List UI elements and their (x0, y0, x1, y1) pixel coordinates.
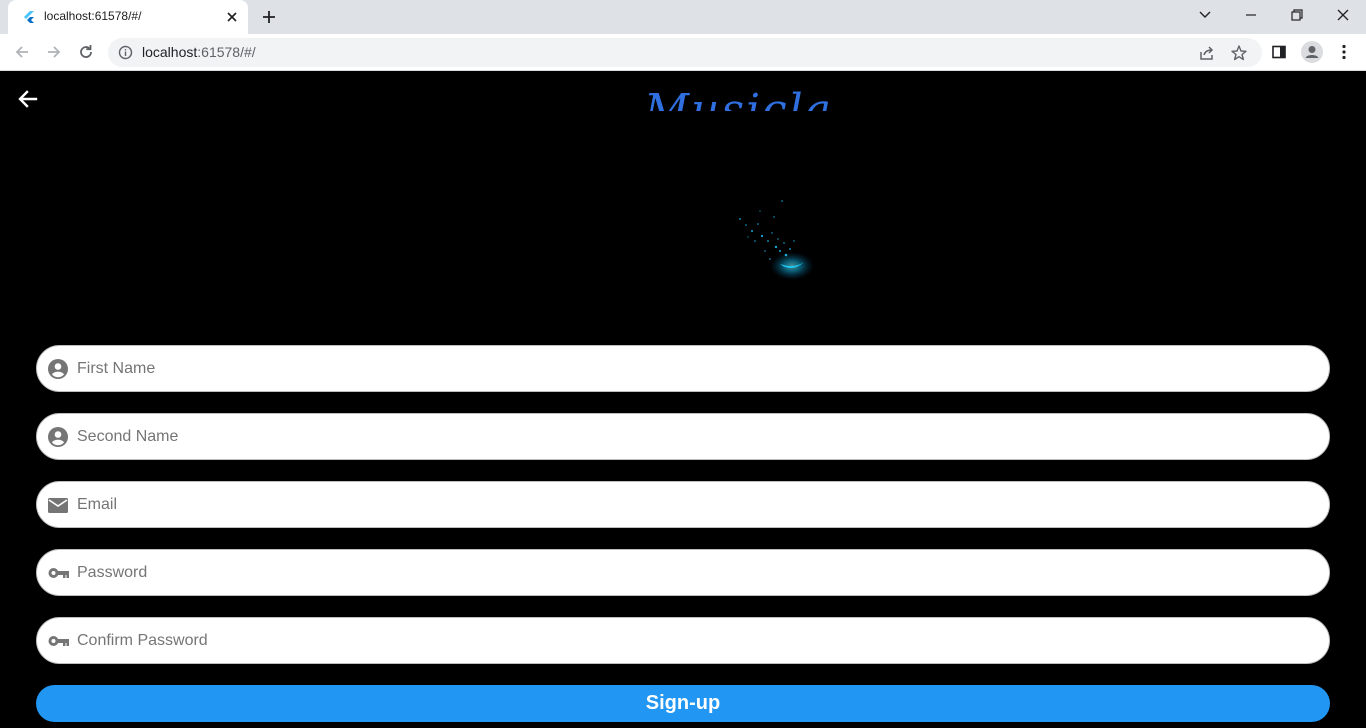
logo: Musicla (580, 89, 860, 331)
browser-tab-strip: localhost:61578/#/ (0, 0, 1366, 34)
account-circle-icon (48, 359, 68, 379)
side-panel-icon (1272, 45, 1286, 59)
email-input[interactable] (77, 482, 1307, 527)
star-icon[interactable] (1230, 44, 1248, 62)
second-name-field[interactable] (36, 413, 1330, 460)
restore-icon (1291, 9, 1303, 21)
chevron-down-icon (1199, 11, 1211, 18)
signup-page: Musicla (0, 71, 1366, 728)
confirm-password-field[interactable] (36, 617, 1330, 664)
close-window-button[interactable] (1320, 0, 1366, 30)
kebab-menu-icon (1342, 44, 1346, 60)
confirm-password-input[interactable] (77, 618, 1307, 663)
back-arrow-icon[interactable] (16, 87, 40, 111)
address-bar[interactable]: localhost:61578/#/ (108, 38, 1262, 67)
minimize-icon (1246, 14, 1256, 16)
signup-button[interactable]: Sign-up (36, 685, 1330, 722)
mail-icon (48, 498, 68, 513)
close-tab-icon[interactable] (224, 9, 240, 25)
first-name-input[interactable] (77, 346, 1307, 391)
email-field[interactable] (36, 481, 1330, 528)
url-host: localhost (142, 44, 198, 60)
tab-search-button[interactable] (1182, 0, 1228, 30)
browser-tab[interactable]: localhost:61578/#/ (8, 0, 248, 34)
arrow-left-icon (15, 46, 28, 58)
url-path: :61578/#/ (197, 44, 256, 60)
new-tab-icon[interactable] (260, 8, 278, 26)
url-text: localhost:61578/#/ (142, 44, 256, 60)
forward-button[interactable] (42, 40, 66, 64)
first-name-field[interactable] (36, 345, 1330, 392)
menu-button[interactable] (1334, 42, 1354, 62)
password-field[interactable] (36, 549, 1330, 596)
info-icon[interactable] (118, 45, 133, 60)
flutter-icon (24, 11, 34, 23)
tab-title: localhost:61578/#/ (44, 9, 142, 23)
close-icon (1337, 9, 1349, 21)
reload-icon (80, 45, 92, 58)
share-icon[interactable] (1198, 44, 1216, 62)
key-icon (48, 568, 69, 578)
browser-toolbar: localhost:61578/#/ (0, 34, 1366, 71)
restore-button[interactable] (1274, 0, 1320, 30)
reload-button[interactable] (74, 40, 98, 64)
avatar-icon (1301, 41, 1323, 63)
side-panel-button[interactable] (1269, 42, 1289, 62)
arrow-right-icon (48, 46, 61, 58)
key-icon (48, 636, 69, 646)
password-input[interactable] (77, 550, 1307, 595)
second-name-input[interactable] (77, 414, 1307, 459)
profile-button[interactable] (1300, 40, 1324, 64)
back-button[interactable] (10, 40, 34, 64)
minimize-button[interactable] (1228, 0, 1274, 30)
glowing-particles-image (739, 200, 814, 280)
account-circle-icon (48, 427, 68, 447)
